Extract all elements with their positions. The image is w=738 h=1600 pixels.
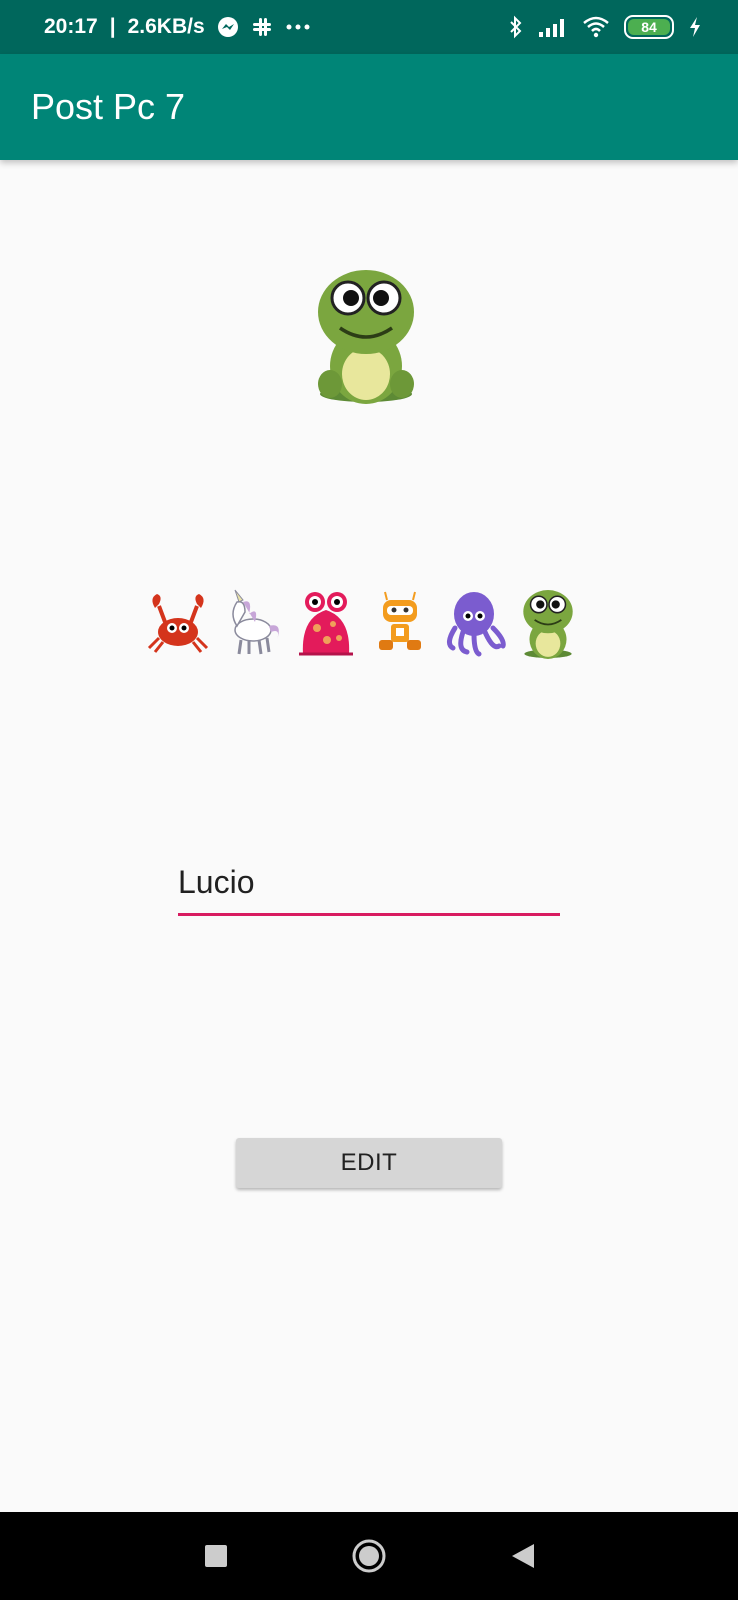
charging-icon [690, 17, 700, 37]
back-button[interactable] [503, 1536, 543, 1576]
home-icon [352, 1539, 386, 1573]
battery-fill: 84 [628, 19, 670, 35]
octopus-icon [447, 592, 506, 657]
name-input[interactable] [178, 860, 560, 904]
picker-item-robot[interactable] [367, 588, 433, 660]
robot-icon [379, 591, 421, 650]
more-icon [286, 24, 310, 30]
selected-avatar [310, 266, 422, 406]
home-button[interactable] [349, 1536, 389, 1576]
status-right: 84 [508, 15, 702, 39]
crab-icon [147, 594, 209, 653]
avatar-picker [145, 588, 581, 660]
separator: | [109, 15, 116, 38]
status-bar: 20:17 | 2.6KB/s 84 [0, 0, 738, 54]
frog-icon [318, 270, 414, 404]
signal-icon [539, 19, 564, 37]
messenger-icon [217, 17, 238, 37]
name-field[interactable] [178, 860, 560, 916]
picker-item-monster[interactable] [293, 588, 359, 660]
frog-icon [523, 590, 573, 659]
status-left: 20:17 | 2.6KB/s [44, 15, 311, 39]
picker-item-crab[interactable] [145, 588, 211, 660]
net-speed: 2.6KB/s [127, 15, 205, 38]
unicorn-icon [232, 589, 279, 655]
battery-icon: 84 [624, 15, 674, 39]
wifi-icon [583, 16, 609, 38]
app-title: Post Pc 7 [31, 86, 186, 127]
recents-icon [205, 1545, 227, 1567]
picker-item-octopus[interactable] [441, 588, 507, 660]
back-icon [512, 1544, 534, 1568]
battery-level: 84 [641, 19, 657, 35]
picker-item-frog[interactable] [515, 588, 581, 660]
nav-bar [0, 1512, 738, 1600]
app-bar: Post Pc 7 [0, 54, 738, 160]
bluetooth-icon [510, 15, 522, 39]
edit-button[interactable]: EDIT [236, 1138, 502, 1188]
picker-item-unicorn[interactable] [219, 588, 285, 660]
slack-icon [252, 18, 271, 36]
monster-icon [299, 592, 353, 656]
recents-button[interactable] [196, 1536, 236, 1576]
time: 20:17 [44, 15, 98, 38]
